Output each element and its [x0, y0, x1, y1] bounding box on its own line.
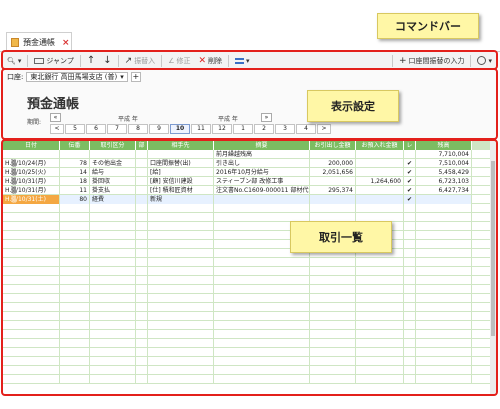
tab-title: 預金通帳 [23, 38, 55, 47]
callout-display-settings: 表示設定 [307, 90, 399, 122]
document-icon [11, 38, 19, 47]
transaction-list-highlight [1, 139, 498, 396]
close-icon[interactable]: × [62, 38, 70, 48]
display-settings-highlight [1, 68, 498, 140]
tab-passbook[interactable]: 預金通帳 × [6, 32, 72, 52]
command-bar-highlight [1, 50, 498, 70]
callout-command-bar: コマンドバー [377, 13, 479, 39]
callout-transaction-list: 取引一覧 [290, 221, 392, 253]
